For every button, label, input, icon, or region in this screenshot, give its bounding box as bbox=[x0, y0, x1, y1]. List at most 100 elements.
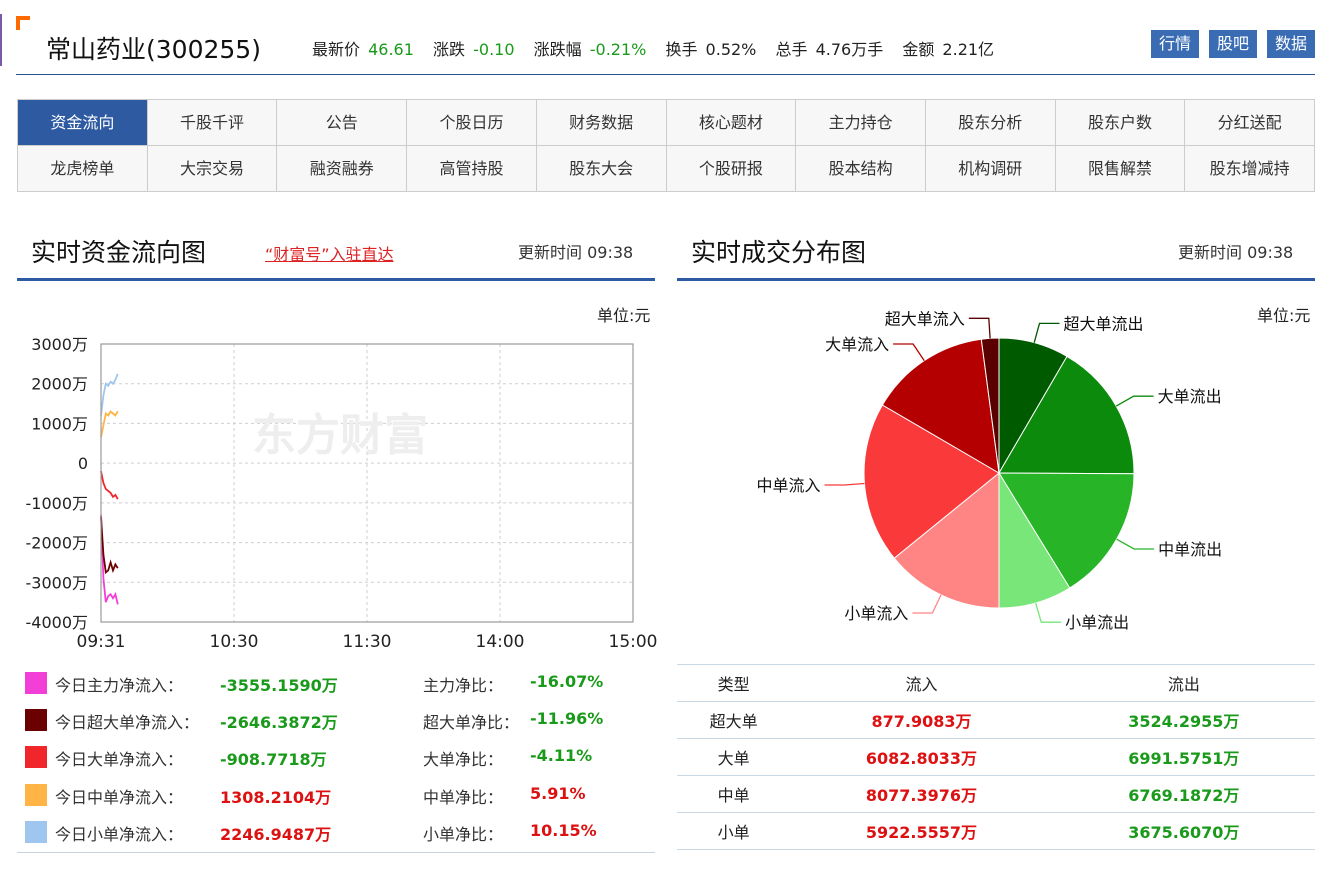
pie-label: 小单流入 bbox=[844, 604, 908, 623]
large-swatch bbox=[25, 746, 47, 769]
dist-update-time: 更新时间 09:38 bbox=[1178, 239, 1293, 263]
nav-tab-shareholder-changes[interactable]: 股东增减持 bbox=[1185, 146, 1316, 192]
legend-row-main: 今日主力净流入： -3555.1590万 主力净比： -16.07% bbox=[17, 663, 655, 700]
nav-tab-fund-flow[interactable]: 资金流向 bbox=[18, 100, 148, 146]
latest-price-value: 46.61 bbox=[368, 40, 414, 59]
data-button[interactable]: 数据 bbox=[1266, 30, 1315, 58]
legend-ratio-label: 主力净比： bbox=[423, 676, 504, 695]
pie-leader-line bbox=[893, 343, 925, 361]
nav-tab-stock-review[interactable]: 千股千评 bbox=[147, 100, 278, 146]
legend-row-small: 今日小单净流入： 2246.9487万 小单净比： 10.15% bbox=[17, 812, 655, 849]
quote-button[interactable]: 行情 bbox=[1150, 30, 1199, 58]
change-pct-label: 涨跌幅 bbox=[533, 40, 582, 59]
forum-button[interactable]: 股吧 bbox=[1208, 30, 1257, 58]
flow-update-label: 更新时间 bbox=[518, 243, 583, 262]
nav-tab-dragon-tiger[interactable]: 龙虎榜单 bbox=[18, 146, 148, 192]
row-type: 小单 bbox=[677, 812, 791, 850]
x-tick-label: 14:00 bbox=[476, 632, 525, 652]
wealth-account-link[interactable]: “财富号”入驻直达 bbox=[265, 241, 394, 265]
pie-label: 大单流入 bbox=[825, 335, 889, 354]
nav-tab-core-themes[interactable]: 核心题材 bbox=[666, 100, 797, 146]
nav-tab-block-trades[interactable]: 大宗交易 bbox=[147, 146, 278, 192]
pie-leader-line bbox=[1115, 395, 1154, 407]
nav-tab-share-structure[interactable]: 股本结构 bbox=[796, 146, 926, 192]
pie-label: 超大单流出 bbox=[1063, 314, 1143, 333]
flow-update-value: 09:38 bbox=[587, 243, 634, 262]
y-tick-label: -2000万 bbox=[26, 534, 89, 553]
row-inflow: 5922.5557万 bbox=[790, 812, 1053, 850]
flow-chart-x-ticks: 09:31 10:30 11:30 14:00 15:00 bbox=[77, 632, 658, 652]
table-row: 超大单 877.9083万 3524.2955万 bbox=[677, 701, 1315, 739]
flow-chart-grid bbox=[101, 344, 633, 622]
nav-tab-stock-calendar[interactable]: 个股日历 bbox=[407, 100, 537, 146]
legend-row-large: 今日大单净流入： -908.7718万 大单净比： -4.11% bbox=[17, 737, 655, 774]
x-tick-label: 11:30 bbox=[343, 632, 392, 652]
legend-ratio: -16.07% bbox=[530, 672, 604, 691]
dist-panel-title: 实时成交分布图 bbox=[691, 238, 867, 267]
flow-chart-series bbox=[100, 373, 119, 605]
legend-bottom-rule bbox=[17, 852, 655, 853]
flow-series-line bbox=[100, 373, 119, 416]
legend-ratio-label: 大单净比： bbox=[423, 750, 504, 770]
col-outflow-header: 流出 bbox=[1052, 664, 1315, 702]
flow-series-line bbox=[100, 470, 119, 500]
nav-tab-shareholder-count[interactable]: 股东户数 bbox=[1055, 100, 1186, 146]
nav-tab-executive-holdings[interactable]: 高管持股 bbox=[407, 146, 537, 192]
change-pct-value: -0.21% bbox=[589, 40, 647, 59]
nav-tab-announcements[interactable]: 公告 bbox=[277, 100, 408, 146]
nav-tab-institutional-research[interactable]: 机构调研 bbox=[925, 146, 1056, 192]
volume-label: 总手 bbox=[775, 40, 808, 59]
row-inflow: 8077.3976万 bbox=[790, 775, 1053, 813]
nav-tab-financials[interactable]: 财务数据 bbox=[536, 100, 667, 146]
legend-ratio-label: 小单净比： bbox=[423, 824, 504, 844]
dist-unit-label: 单位:元 bbox=[1257, 306, 1311, 325]
legend-value: 2246.9487万 bbox=[220, 824, 332, 844]
nav-tab-margin-trading[interactable]: 融资融券 bbox=[277, 146, 408, 192]
pie-label: 超大单流入 bbox=[885, 309, 965, 328]
y-tick-label: -4000万 bbox=[26, 613, 89, 632]
table-row: 大单 6082.8033万 6991.5751万 bbox=[677, 738, 1315, 776]
nav-row-1: 资金流向 千股千评 公告 个股日历 财务数据 核心题材 主力持仓 股东分析 股东… bbox=[18, 100, 1316, 146]
corner-mark bbox=[16, 16, 30, 30]
col-type-header: 类型 bbox=[677, 664, 791, 702]
nav-tab-main-holdings[interactable]: 主力持仓 bbox=[796, 100, 926, 146]
y-tick-label: -3000万 bbox=[26, 573, 89, 592]
y-tick-label: -1000万 bbox=[26, 494, 89, 513]
legend-ratio: 5.91% bbox=[530, 783, 586, 803]
pie-leader-line bbox=[968, 317, 991, 339]
pie-label: 大单流出 bbox=[1158, 387, 1222, 406]
pie-label: 中单流出 bbox=[1158, 540, 1222, 559]
row-type: 超大单 bbox=[677, 701, 791, 739]
super-large-swatch bbox=[25, 709, 47, 732]
pie-leader-line bbox=[1116, 538, 1155, 550]
nav-tab-dividends[interactable]: 分红送配 bbox=[1185, 100, 1316, 146]
fund-flow-summary: 今日主力净流入： -3555.1590万 主力净比： -16.07% 今日超大单… bbox=[17, 663, 655, 849]
small-swatch bbox=[25, 820, 47, 843]
table-row: 中单 8077.3976万 6769.1872万 bbox=[677, 775, 1315, 813]
volume-value: 4.76万手 bbox=[815, 40, 884, 59]
nav-tab-research-reports[interactable]: 个股研报 bbox=[666, 146, 797, 192]
row-outflow: 3524.2955万 bbox=[1052, 701, 1315, 739]
nav-tab-shareholder-analysis[interactable]: 股东分析 bbox=[925, 100, 1056, 146]
row-type: 大单 bbox=[677, 738, 791, 776]
nav-tab-shareholder-meeting[interactable]: 股东大会 bbox=[536, 146, 667, 192]
nav-tab-lockup-expiry[interactable]: 限售解禁 bbox=[1055, 146, 1186, 192]
change-value: -0.10 bbox=[473, 40, 515, 59]
flow-chart-watermark: 东方财富 bbox=[252, 411, 428, 460]
legend-row-medium: 今日中单净流入： 1308.2104万 中单净比： 5.91% bbox=[17, 775, 655, 812]
nav-row-2: 龙虎榜单 大宗交易 融资融券 高管持股 股东大会 个股研报 股本结构 机构调研 … bbox=[18, 146, 1316, 192]
legend-value: -2646.3872万 bbox=[220, 713, 338, 733]
legend-ratio: 10.15% bbox=[530, 820, 597, 840]
stock-name: 常山药业(300255) bbox=[46, 35, 261, 64]
flow-chart-y-ticks: 3000万 2000万 1000万 0 -1000万 -2000万 -3000万 -4000万 bbox=[26, 335, 89, 632]
flow-panel-title: 实时资金流向图 bbox=[31, 238, 207, 267]
latest-price-label: 最新价 bbox=[312, 40, 361, 59]
pie-leader-line bbox=[824, 482, 865, 486]
y-tick-label: 3000万 bbox=[31, 335, 88, 354]
legend-label: 今日中单净流入： bbox=[55, 787, 184, 807]
amount-value: 2.21亿 bbox=[942, 40, 995, 59]
row-outflow: 6991.5751万 bbox=[1052, 738, 1315, 776]
x-tick-label: 10:30 bbox=[210, 632, 259, 652]
legend-value: -3555.1590万 bbox=[220, 676, 338, 695]
header-divider bbox=[16, 74, 1315, 75]
